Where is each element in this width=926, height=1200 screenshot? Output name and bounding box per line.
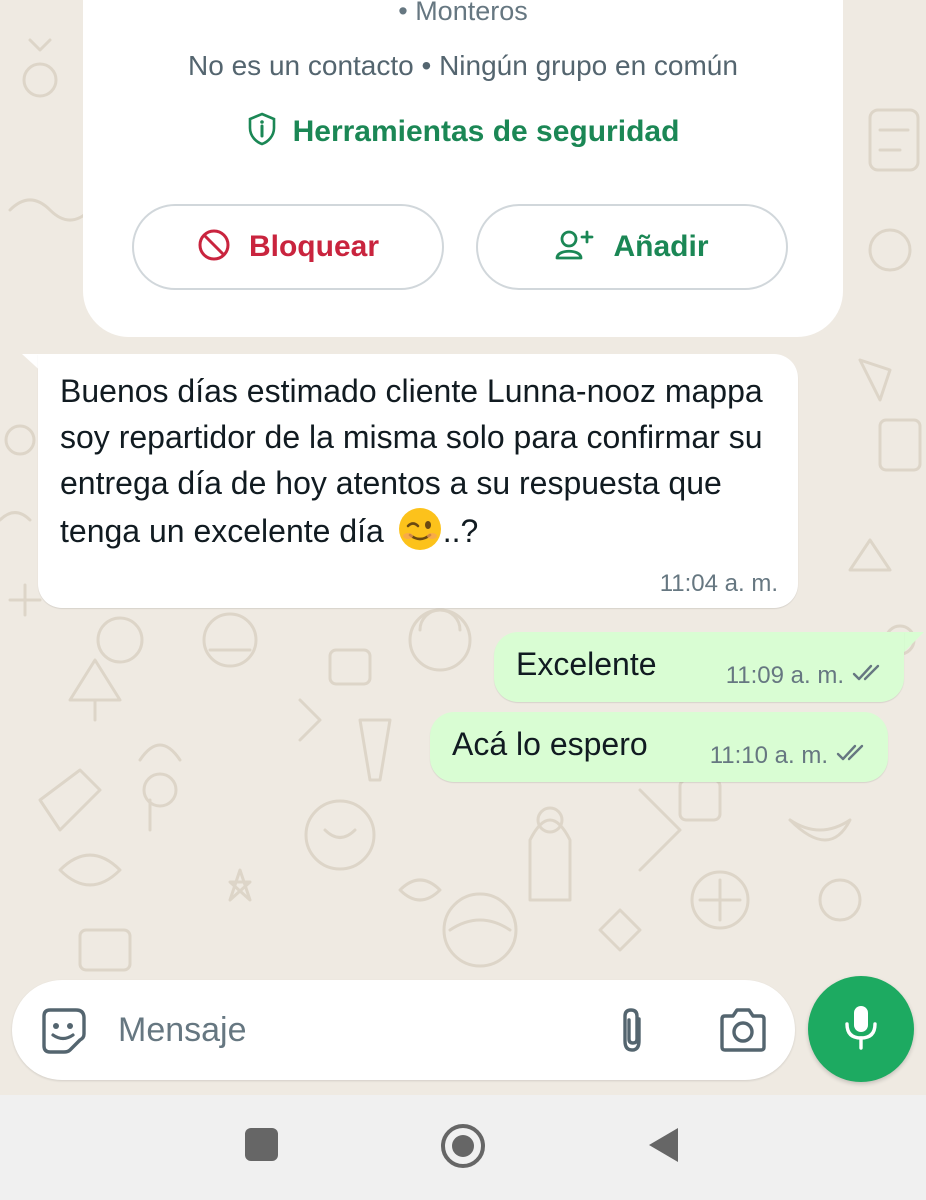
- block-button[interactable]: Bloquear: [132, 204, 444, 290]
- winking-face-emoji: [397, 506, 443, 564]
- contact-status-line: No es un contacto • Ningún grupo en comú…: [188, 50, 738, 81]
- outgoing-message[interactable]: Excelente 11:09 a. m.: [494, 632, 904, 702]
- message-meta: 11:10 a. m.: [710, 742, 870, 770]
- camera-icon[interactable]: [718, 1007, 768, 1058]
- contact-info-card: • Monteros No es un contacto • Ningún gr…: [83, 0, 843, 337]
- block-icon: [197, 228, 231, 267]
- back-icon[interactable]: [646, 1126, 680, 1169]
- system-navigation-bar: [0, 1095, 926, 1200]
- contact-location-text: • Monteros: [398, 0, 528, 26]
- message-time: 11:09 a. m.: [725, 662, 844, 689]
- safety-tools-link[interactable]: Herramientas de seguridad: [83, 112, 843, 151]
- double-check-icon: [852, 662, 886, 690]
- outgoing-message[interactable]: Acá lo espero 11:10 a. m.: [430, 712, 888, 782]
- home-icon[interactable]: [440, 1123, 486, 1174]
- block-label: Bloquear: [248, 230, 380, 263]
- outgoing-bubble-tail: [902, 632, 924, 654]
- recents-icon[interactable]: [245, 1128, 278, 1161]
- add-person-icon: [555, 228, 595, 267]
- message-text: Buenos días estimado cliente Lunna-nooz …: [60, 368, 780, 564]
- microphone-button[interactable]: [808, 976, 914, 1082]
- message-input[interactable]: Mensaje: [118, 1011, 247, 1050]
- microphone-icon: [841, 1002, 881, 1057]
- double-check-icon: [836, 742, 870, 770]
- message-composer: Mensaje: [12, 980, 795, 1080]
- incoming-message[interactable]: Buenos días estimado cliente Lunna-nooz …: [38, 354, 798, 608]
- message-text: Acá lo espero: [452, 726, 648, 762]
- message-time: 11:04 a. m.: [659, 570, 778, 597]
- add-contact-button[interactable]: Añadir: [476, 204, 788, 290]
- add-label: Añadir: [613, 230, 709, 263]
- safety-tools-label: Herramientas de seguridad: [292, 114, 680, 148]
- message-time: 11:10 a. m.: [709, 742, 828, 769]
- sticker-icon[interactable]: [38, 1006, 88, 1061]
- message-meta: 11:09 a. m.: [726, 662, 886, 690]
- message-text: Excelente: [516, 646, 657, 682]
- shield-info-icon: [247, 112, 277, 151]
- paperclip-icon[interactable]: [612, 1005, 652, 1060]
